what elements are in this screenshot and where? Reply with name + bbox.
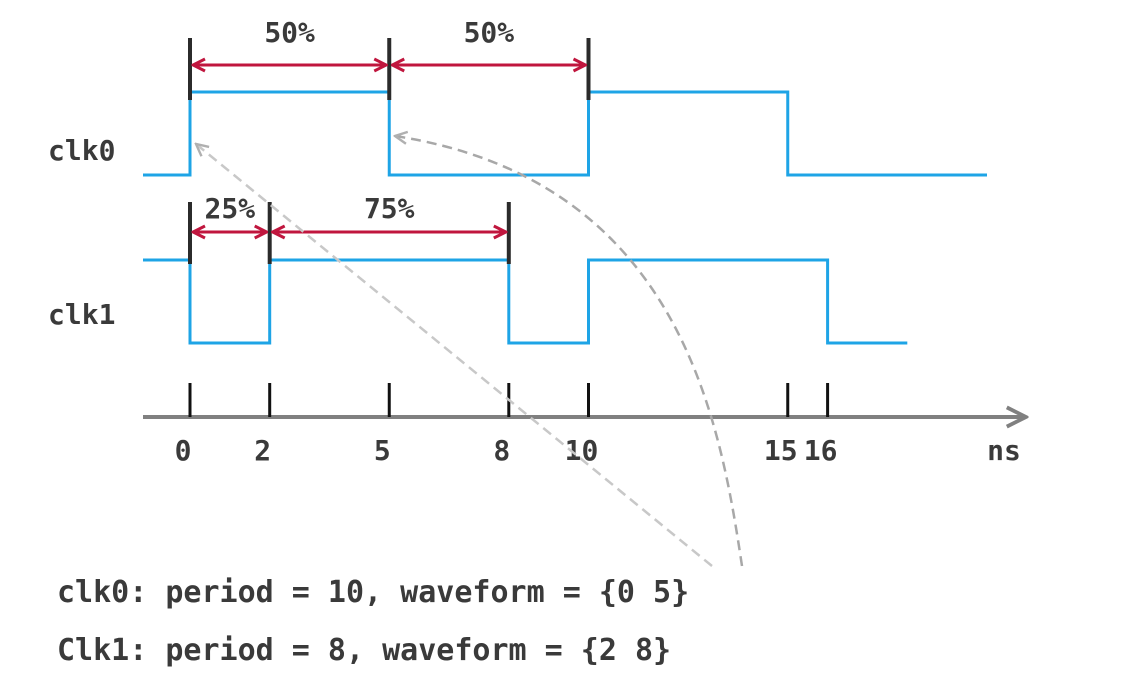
axis-tick-label: 8 <box>493 434 510 467</box>
axis-tick-label: 16 <box>804 434 838 467</box>
axis-tick-label: 0 <box>175 434 192 467</box>
axis-unit-label: ns <box>987 434 1021 467</box>
axis-tick-label: 5 <box>374 434 391 467</box>
signal-label-clk1: clk1 <box>48 298 115 331</box>
timing-diagram: 50% 50%25% 75% 0 2 5 8 10 15 16 ns clk0 clk1 clk0… <box>48 16 1134 668</box>
duty-label-clk0: 50% <box>464 16 515 49</box>
duty-label-clk0: 50% <box>264 16 315 49</box>
duty-label-clk1: 75% <box>364 192 415 225</box>
duty-label-clk1: 25% <box>205 192 256 225</box>
pointer-arrow-rise <box>196 144 713 567</box>
waveform-clk1 <box>143 258 908 345</box>
constraint-clk1: Clk1: period = 8, waveform = {2 8} <box>57 633 671 668</box>
axis-tick-label: 2 <box>254 434 271 467</box>
signal-label-clk0: clk0 <box>48 134 115 167</box>
waveform-clk0 <box>143 90 987 177</box>
pointer-arrow-fall <box>395 136 744 567</box>
pointer-arrows <box>196 136 744 567</box>
axis-tick-label: 15 <box>764 434 798 467</box>
constraint-clk0: clk0: period = 10, waveform = {0 5} <box>57 575 689 610</box>
